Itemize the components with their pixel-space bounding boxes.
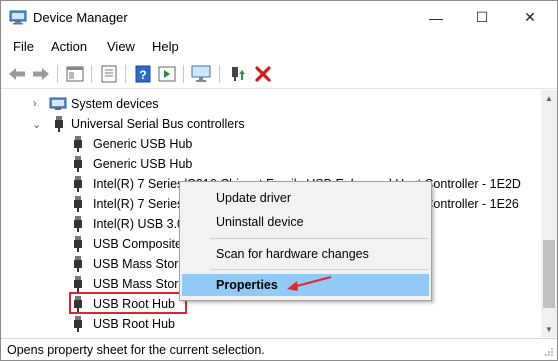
menu-item-label: Uninstall device [216,215,304,229]
tree-label: System devices [71,97,159,111]
usb-plug-icon [73,216,83,232]
device-manager-window: Device Manager — ☐ ✕ File Action View He… [0,0,558,361]
resize-grip-icon[interactable] [544,347,554,357]
back-icon[interactable] [7,65,27,83]
usb-controller-icon [54,116,64,132]
menu-item-label: Properties [216,278,278,292]
usb-plug-icon [73,176,83,192]
close-button[interactable]: ✕ [508,1,552,34]
tree-label: USB Root Hub [93,317,175,331]
menu-action[interactable]: Action [51,39,87,54]
help-icon[interactable]: ? [133,65,153,83]
menu-item-uninstall-device[interactable]: Uninstall device [182,211,429,233]
usb-plug-icon [73,256,83,272]
menu-item-properties[interactable]: Properties [182,274,429,296]
menu-separator [210,238,428,239]
usb-plug-icon [73,236,83,252]
tree-row-device[interactable]: Generic USB Hub [3,154,541,174]
red-highlight-box [69,292,187,314]
maximize-button[interactable]: ☐ [460,1,504,34]
menu-separator [210,269,428,270]
run-action-icon[interactable] [157,65,177,83]
uninstall-icon[interactable] [253,65,273,83]
menu-item-scan-hardware[interactable]: Scan for hardware changes [182,243,429,265]
scroll-up-icon[interactable]: ▲ [541,90,557,106]
scroll-thumb[interactable] [543,240,555,308]
tree-row-system-devices[interactable]: › System devices [3,94,541,114]
monitor-scan-icon[interactable] [191,65,211,83]
usb-plug-icon [73,276,83,292]
context-menu: Update driver Uninstall device Scan for … [179,181,432,301]
tree-row-device[interactable]: Generic USB Hub [3,134,541,154]
usb-plug-icon [73,196,83,212]
tree-row-usb-controllers[interactable]: ⌄ Universal Serial Bus controllers [3,114,541,134]
usb-plug-icon [73,136,83,152]
toolbar-separator [125,65,126,83]
toolbar-separator [57,65,58,83]
status-text: Opens property sheet for the current sel… [7,343,265,357]
expand-icon[interactable]: › [33,98,37,110]
usb-plug-icon [73,156,83,172]
window-title: Device Manager [33,10,128,25]
toolbar-separator [219,65,220,83]
tree-label: Universal Serial Bus controllers [71,117,245,131]
show-hide-console-tree-icon[interactable] [65,65,85,83]
scroll-down-icon[interactable]: ▼ [541,321,557,337]
collapse-icon[interactable]: ⌄ [32,118,41,131]
menu-bar: File Action View Help [1,36,557,58]
device-manager-app-icon [9,9,27,25]
toolbar-separator [183,65,184,83]
menu-view[interactable]: View [107,39,135,54]
tree-row-device[interactable]: USB Root Hub [3,314,541,334]
toolbar: ? [1,59,557,89]
menu-help[interactable]: Help [152,39,179,54]
menu-file[interactable]: File [13,39,34,54]
minimize-button[interactable]: — [414,1,458,34]
properties-icon[interactable] [99,65,119,83]
status-bar: Opens property sheet for the current sel… [1,338,557,360]
forward-icon[interactable] [31,65,51,83]
menu-item-label: Scan for hardware changes [216,247,369,261]
title-bar[interactable]: Device Manager — ☐ ✕ [1,1,557,34]
menu-item-label: Update driver [216,191,292,205]
usb-plug-icon [73,316,83,332]
toolbar-separator [91,65,92,83]
system-devices-icon [49,97,67,111]
svg-text:?: ? [139,68,146,82]
menu-item-update-driver[interactable]: Update driver [182,187,429,209]
tree-label: Generic USB Hub [93,137,193,151]
vertical-scrollbar[interactable]: ▲ ▼ [541,90,557,337]
tree-label: Generic USB Hub [93,157,193,171]
update-driver-icon[interactable] [227,65,247,83]
